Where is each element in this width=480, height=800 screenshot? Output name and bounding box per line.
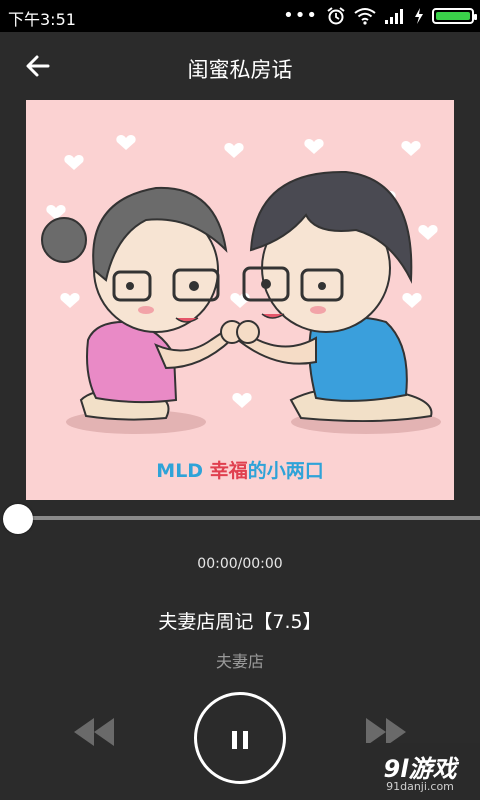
caption-prefix: MLD: [156, 460, 210, 482]
status-icons: •••: [283, 5, 477, 26]
rewind-icon: [74, 718, 94, 746]
artwork-caption: MLD 幸福的小两口: [26, 456, 454, 483]
page-title: 闺蜜私房话: [187, 58, 293, 82]
wifi-icon: [354, 8, 376, 25]
fast-forward-icon: [366, 718, 386, 746]
pause-button[interactable]: [194, 692, 286, 784]
time-readout: 00:00/00:00: [197, 556, 283, 572]
song-artist: 夫妻店: [215, 652, 264, 671]
notification-dots-icon: •••: [283, 5, 318, 26]
couple-illustration: [41, 135, 441, 434]
alarm-icon: [327, 7, 345, 25]
progress-thumb[interactable]: [3, 504, 33, 534]
album-artwork: MLD 幸福的小两口: [26, 100, 454, 500]
charging-icon: [415, 8, 423, 24]
rewind-button[interactable]: [72, 716, 116, 748]
battery-level: [436, 12, 470, 20]
caption-suffix: 的小两口: [247, 460, 324, 482]
signal-icon: [385, 9, 403, 24]
battery-icon: [432, 8, 477, 24]
song-title: 夫妻店周记【7.5】: [158, 611, 322, 633]
watermark-url: 91danji.com: [386, 780, 454, 793]
progress-track[interactable]: [18, 516, 480, 520]
status-time: 下午3:51: [8, 10, 76, 29]
boy-figure: [220, 170, 433, 423]
status-bar: 下午3:51 •••: [0, 0, 480, 32]
header: 闺蜜私房话: [0, 32, 480, 102]
watermark: 9l游戏 91danji.com: [360, 743, 480, 800]
caption-highlight: 幸福: [209, 460, 248, 482]
watermark-logo: 9l游戏: [383, 755, 457, 783]
